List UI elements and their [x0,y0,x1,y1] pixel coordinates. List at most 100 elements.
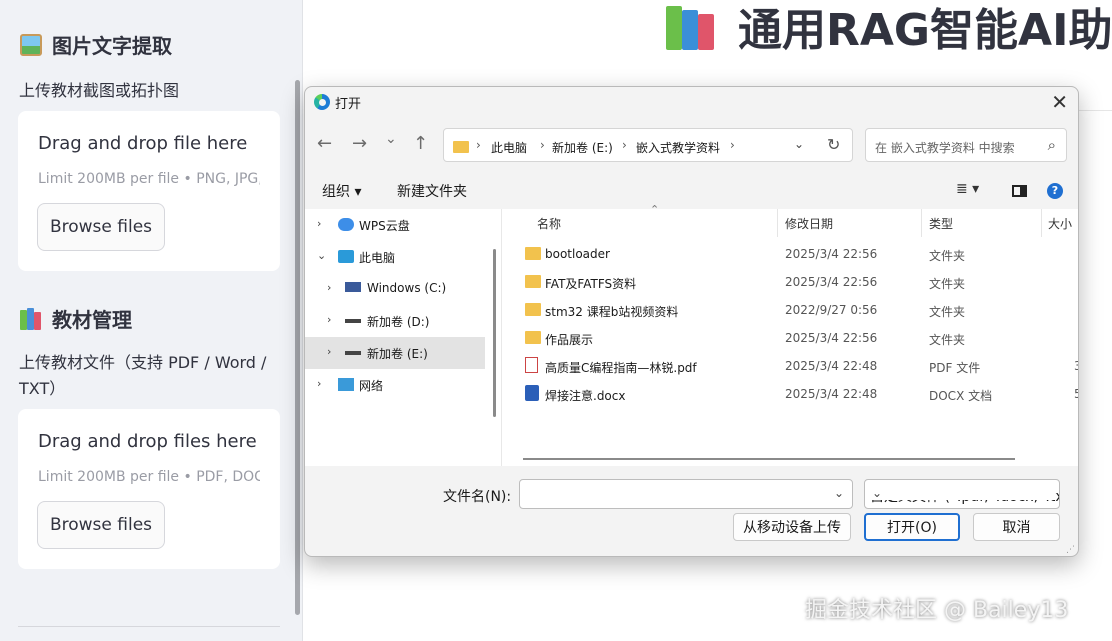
folder-icon [525,331,541,344]
file-row[interactable]: 高质量C编程指南—林锐.pdf 2025/3/4 22:48 PDF 文件 3 [503,352,1078,380]
dialog-footer: 文件名(N): ⌄ 自定义文件 (*.pdf;*.docx;*.txt) ⌄ 从… [305,467,1078,556]
resize-grip-icon[interactable]: ⋰ [1066,545,1075,555]
file-name: stm32 课程b站视频资料 [545,305,679,319]
computer-icon [338,250,354,263]
image-upload-label: 上传教材截图或拓扑图 [19,81,180,100]
image-browse-button[interactable]: Browse files [37,203,165,251]
file-type: 文件夹 [929,333,966,347]
chevron-down-icon[interactable]: ⌄ [317,249,326,262]
breadcrumb-folder[interactable]: 嵌入式教学资料 [636,139,720,156]
open-button[interactable]: 打开(O) [864,513,960,541]
cancel-button[interactable]: 取消 [973,513,1060,541]
column-separator[interactable] [1041,209,1042,237]
tree-item-network[interactable]: › 网络 [305,369,485,401]
dialog-title: 打开 [335,97,362,112]
file-type: 文件夹 [929,305,966,319]
file-row[interactable]: 作品展示 2025/3/4 22:56 文件夹 [503,324,1078,352]
refresh-icon[interactable]: ↻ [827,135,840,154]
file-date: 2025/3/4 22:56 [785,247,878,261]
sort-up-icon: ⌃ [650,203,660,216]
dialog-titlebar: 打开 ✕ [305,87,1078,117]
file-list: ⌃ 名称 修改日期 类型 大小 bootloader 2025/3/4 22:5… [503,203,1078,466]
back-button[interactable]: ← [317,133,332,154]
up-button[interactable]: ↑ [413,133,428,154]
file-name: 焊接注意.docx [545,389,626,403]
file-row[interactable]: stm32 课程b站视频资料 2022/9/27 0:56 文件夹 [503,296,1078,324]
address-dropdown-icon[interactable]: ⌄ [794,137,804,151]
column-name[interactable]: 名称 [537,215,561,232]
chevron-right-icon[interactable]: › [327,281,331,294]
tree-item-wps-cloud[interactable]: › WPS云盘 [305,209,485,241]
breadcrumb-drive-e[interactable]: 新加卷 (E:) [552,139,613,156]
view-options-icon[interactable]: ≣ ▾ [956,181,979,197]
open-file-dialog: 打开 ✕ ← → ⌄ ↑ › 此电脑 › 新加卷 (E:) › 嵌入式教学资料 … [304,86,1079,557]
tree-item-drive-c[interactable]: › Windows (C:) [305,273,485,305]
recent-locations-button[interactable]: ⌄ [385,131,397,147]
breadcrumb-this-pc[interactable]: 此电脑 [491,139,527,156]
chevron-right-icon: › [730,138,735,152]
chevron-right-icon[interactable]: › [327,313,331,326]
cloud-icon [338,218,354,231]
pdf-file-icon [525,357,538,373]
organize-menu[interactable]: 组织 ▾ [322,181,361,201]
chevron-right-icon[interactable]: › [317,377,321,390]
file-list-header: ⌃ 名称 修改日期 类型 大小 [503,203,1078,237]
pane-splitter[interactable] [501,209,502,466]
navigation-bar: ← → ⌄ ↑ › 此电脑 › 新加卷 (E:) › 嵌入式教学资料 › ⌄ ↻… [305,125,1078,165]
books-icon [662,2,720,50]
search-icon: ⌕ [1047,136,1056,154]
file-row[interactable]: FAT及FATFS资料 2025/3/4 22:56 文件夹 [503,268,1078,296]
file-list-scrollbar[interactable] [523,458,1015,460]
folder-icon [525,303,541,316]
chevron-down-icon[interactable]: ⌄ [870,486,1055,500]
tree-item-label: 新加卷 (D:) [367,315,430,329]
dropzone-title: Drag and drop file here [38,133,248,154]
chevron-right-icon: › [622,138,627,152]
folder-icon [453,141,469,153]
file-date: 2022/9/27 0:56 [785,303,878,317]
tree-item-this-pc[interactable]: ⌄ 此电脑 [305,241,485,273]
chevron-right-icon[interactable]: › [317,217,321,230]
file-type-select[interactable]: 自定义文件 (*.pdf;*.docx;*.txt) ⌄ [864,479,1060,509]
file-name: bootloader [545,247,610,261]
search-input[interactable]: 在 嵌入式教学资料 中搜索 ⌕ [865,128,1067,162]
file-row[interactable]: 焊接注意.docx 2025/3/4 22:48 DOCX 文档 5 [503,380,1078,408]
column-size[interactable]: 大小 [1048,215,1072,232]
tree-item-label: 新加卷 (E:) [367,347,428,361]
windows-drive-icon [345,282,361,292]
upload-from-mobile-button[interactable]: 从移动设备上传 [733,513,851,541]
material-dropzone[interactable]: Drag and drop files here Limit 200MB per… [18,409,280,569]
column-separator[interactable] [921,209,922,237]
file-type: 文件夹 [929,249,966,263]
material-browse-button[interactable]: Browse files [37,501,165,549]
sidebar: 图片文字提取 上传教材截图或拓扑图 Drag and drop file her… [0,0,303,641]
tree-item-label: 网络 [359,379,384,393]
tree-scrollbar[interactable] [493,249,496,417]
file-row[interactable]: bootloader 2025/3/4 22:56 文件夹 [503,240,1078,268]
forward-button[interactable]: → [352,133,367,154]
preview-pane-icon[interactable] [1012,185,1027,197]
file-date: 2025/3/4 22:56 [785,275,878,289]
close-icon[interactable]: ✕ [1051,90,1068,114]
network-icon [338,378,354,391]
image-dropzone[interactable]: Drag and drop file here Limit 200MB per … [18,111,280,271]
column-type[interactable]: 类型 [929,215,953,232]
help-icon[interactable]: ? [1047,183,1063,199]
folder-icon [525,247,541,260]
books-icon [20,307,42,330]
filename-input[interactable]: ⌄ [519,479,853,509]
new-folder-button[interactable]: 新建文件夹 [397,181,467,201]
column-separator[interactable] [777,209,778,237]
tree-item-drive-d[interactable]: › 新加卷 (D:) [305,305,485,337]
address-bar[interactable]: › 此电脑 › 新加卷 (E:) › 嵌入式教学资料 › ⌄ ↻ [443,128,853,162]
chevron-down-icon[interactable]: ⌄ [834,486,844,500]
sidebar-scrollbar[interactable] [295,80,300,615]
tree-item-label: WPS云盘 [359,219,410,233]
chevron-right-icon: › [540,138,545,152]
tree-item-drive-e[interactable]: › 新加卷 (E:) [305,337,485,369]
dropzone-limit: Limit 200MB per file • PDF, DOCX, TXT [38,469,260,485]
column-date[interactable]: 修改日期 [785,215,833,232]
dropzone-limit: Limit 200MB per file • PNG, JPG, JPEG [38,171,260,187]
tree-item-label: Windows (C:) [367,281,447,295]
chevron-right-icon[interactable]: › [327,345,331,358]
